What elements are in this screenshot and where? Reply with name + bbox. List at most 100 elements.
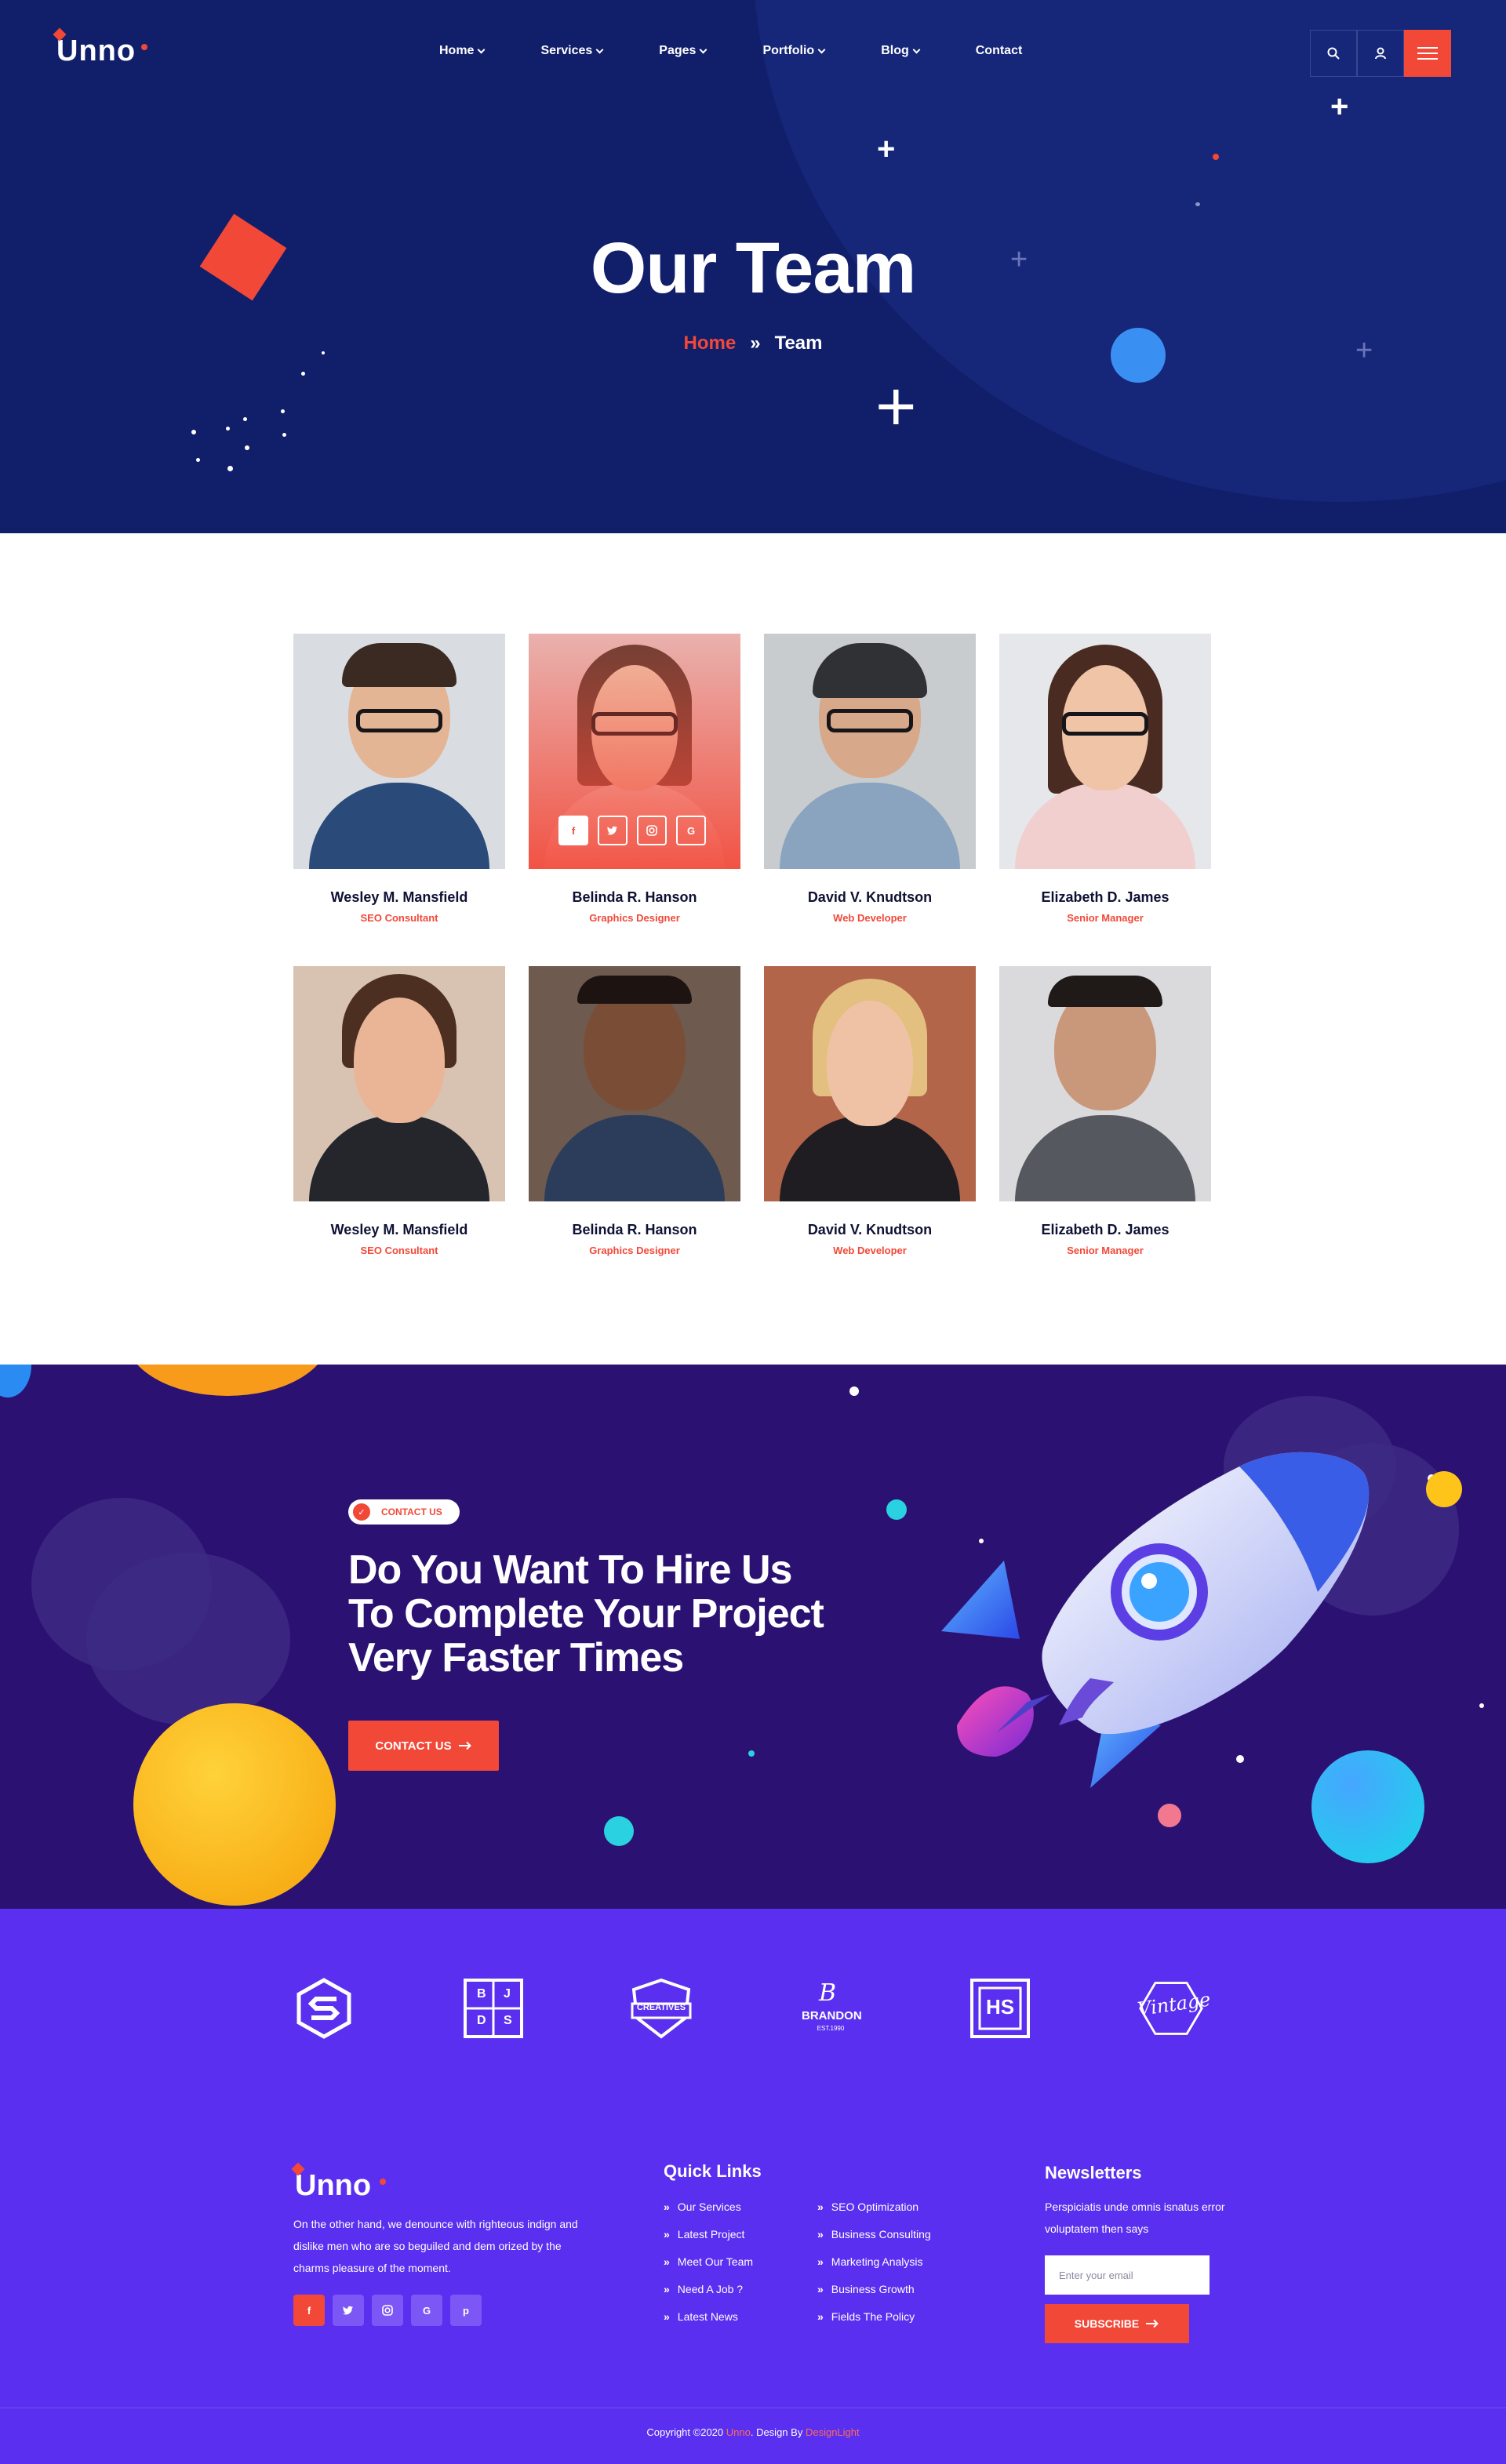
user-icon: [1375, 47, 1386, 60]
newsletter-text: Perspiciatis unde omnis isnatus error vo…: [1045, 2201, 1225, 2235]
team-section: Wesley M. Mansfield SEO Consultant f G B…: [0, 533, 1506, 1365]
team-card[interactable]: Elizabeth D. James Senior Manager: [999, 634, 1211, 924]
team-card-active[interactable]: f G Belinda R. Hanson Graphics Designer: [529, 634, 740, 924]
team-member-photo: [293, 634, 505, 869]
chevron-down-icon: [595, 45, 604, 53]
star-dot: [1213, 154, 1219, 160]
twitter-icon[interactable]: [333, 2295, 364, 2326]
footer-link[interactable]: Meet Our Team: [664, 2248, 753, 2275]
team-member-photo: [293, 966, 505, 1201]
menu-item-portfolio[interactable]: Portfolio: [762, 44, 826, 58]
footer-about-text: On the other hand, we denounce with righ…: [293, 2218, 578, 2274]
twitter-icon[interactable]: [598, 816, 628, 845]
arrow-right-icon: [1146, 2319, 1159, 2328]
logo-text: CREATIVES: [636, 2003, 686, 2012]
member-name: Belinda R. Hanson: [572, 889, 697, 905]
copyright-brand-link[interactable]: Unno: [726, 2426, 751, 2438]
teal-dot: [748, 1750, 755, 1757]
pinterest-icon[interactable]: p: [450, 2295, 482, 2326]
header-actions: [1310, 30, 1451, 77]
facebook-icon[interactable]: f: [558, 816, 588, 845]
copyright-text: Copyright ©2020: [646, 2426, 724, 2438]
plus-decoration-icon: +: [1330, 89, 1349, 124]
team-member-photo: [764, 634, 976, 869]
menu-item-home[interactable]: Home: [439, 44, 486, 58]
search-button[interactable]: [1310, 30, 1357, 77]
menu-item-pages[interactable]: Pages: [659, 44, 708, 58]
menu-item-services[interactable]: Services: [540, 44, 604, 58]
contact-us-button[interactable]: CONTACT US: [348, 1721, 499, 1771]
footer-logo[interactable]: Unno: [291, 2162, 386, 2203]
footer-link[interactable]: Latest Project: [664, 2220, 753, 2248]
contact-badge: ✓ CONTACT US: [348, 1499, 460, 1525]
google-icon[interactable]: G: [676, 816, 706, 845]
star-dot: [196, 458, 200, 462]
breadcrumb-home-link[interactable]: Home: [684, 333, 737, 354]
copyright-author-link[interactable]: DesignLight: [806, 2426, 860, 2438]
cloud-shape: [86, 1553, 290, 1725]
footer-link[interactable]: Our Services: [664, 2193, 753, 2220]
logo-text: HS: [985, 1995, 1015, 2019]
footer-link[interactable]: Latest News: [664, 2302, 753, 2330]
star-dot: [1195, 202, 1200, 206]
team-card[interactable]: Belinda R. Hanson Graphics Designer: [529, 966, 740, 1256]
footer-link[interactable]: Business Growth: [817, 2275, 931, 2302]
hire-us-cta: ✓ CONTACT US Do You Want To Hire Us To C…: [0, 1365, 1506, 1909]
breadcrumb-separator: »: [750, 333, 761, 354]
page-header-banner: Unno Home Services Pages Portfolio Blog …: [0, 0, 1506, 533]
blue-planet-shape: [0, 1365, 31, 1397]
menu-item-blog[interactable]: Blog: [881, 44, 921, 58]
footer-link[interactable]: Need A Job ?: [664, 2275, 753, 2302]
member-social-links: f G: [558, 816, 715, 845]
logo[interactable]: Unno: [53, 27, 147, 68]
member-role: SEO Consultant: [360, 1245, 438, 1256]
button-label: SUBSCRIBE: [1074, 2317, 1140, 2330]
team-card[interactable]: Elizabeth D. James Senior Manager: [999, 966, 1211, 1256]
member-name: David V. Knudtson: [807, 889, 933, 905]
button-label: CONTACT US: [375, 1739, 452, 1753]
member-name: Elizabeth D. James: [1041, 1222, 1170, 1237]
site-footer: Unno On the other hand, we denounce with…: [0, 2103, 1506, 2464]
footer-link[interactable]: Business Consulting: [817, 2220, 931, 2248]
check-icon: ✓: [353, 1503, 370, 1521]
menu-icon: [1417, 43, 1438, 64]
member-role: Graphics Designer: [589, 912, 680, 924]
cta-heading-line: To Complete Your Project: [348, 1591, 824, 1637]
menu-label: Services: [540, 44, 593, 57]
team-card[interactable]: David V. Knudtson Web Developer: [764, 634, 976, 924]
footer-link[interactable]: SEO Optimization: [817, 2193, 931, 2220]
orange-planet-shape: [126, 1365, 329, 1396]
team-card[interactable]: Wesley M. Mansfield SEO Consultant: [293, 634, 505, 924]
cta-heading-line: Do You Want To Hire Us: [348, 1547, 792, 1593]
team-card[interactable]: Wesley M. Mansfield SEO Consultant: [293, 966, 505, 1256]
star-dot: [245, 445, 249, 450]
member-role: Web Developer: [833, 1245, 907, 1256]
instagram-icon[interactable]: [637, 816, 667, 845]
brandon-logo: B BRANDON EST.1990: [797, 1975, 864, 2042]
newsletter-email-input[interactable]: Enter your email: [1045, 2255, 1210, 2295]
google-icon[interactable]: G: [411, 2295, 442, 2326]
team-card[interactable]: David V. Knudtson Web Developer: [764, 966, 976, 1256]
member-name: Wesley M. Mansfield: [330, 889, 468, 905]
bjds-logo: B J D S: [460, 1975, 527, 2042]
footer-link[interactable]: Marketing Analysis: [817, 2248, 931, 2275]
copyright: Copyright ©2020 Unno. Design By DesignLi…: [0, 2426, 1506, 2438]
account-button[interactable]: [1357, 30, 1404, 77]
teal-dot: [604, 1816, 634, 1846]
instagram-icon[interactable]: [372, 2295, 403, 2326]
copyright-text: . Design By: [750, 2426, 803, 2438]
subscribe-button[interactable]: SUBSCRIBE: [1045, 2304, 1189, 2343]
star-dot: [849, 1386, 859, 1396]
footer-link[interactable]: Fields The Policy: [817, 2302, 931, 2330]
hs-logo: HS: [966, 1975, 1034, 2042]
cta-heading: Do You Want To Hire Us To Complete Your …: [348, 1548, 897, 1680]
menu-item-contact[interactable]: Contact: [976, 44, 1023, 58]
vintage-logo: Vintage: [1136, 1975, 1212, 2042]
star-dot: [227, 466, 233, 471]
member-name: Belinda R. Hanson: [572, 1222, 697, 1237]
facebook-icon[interactable]: f: [293, 2295, 325, 2326]
menu-label: Home: [439, 44, 475, 57]
yellow-planet-shape: [133, 1703, 336, 1906]
team-member-photo: [529, 966, 740, 1201]
menu-toggle-button[interactable]: [1404, 30, 1451, 77]
